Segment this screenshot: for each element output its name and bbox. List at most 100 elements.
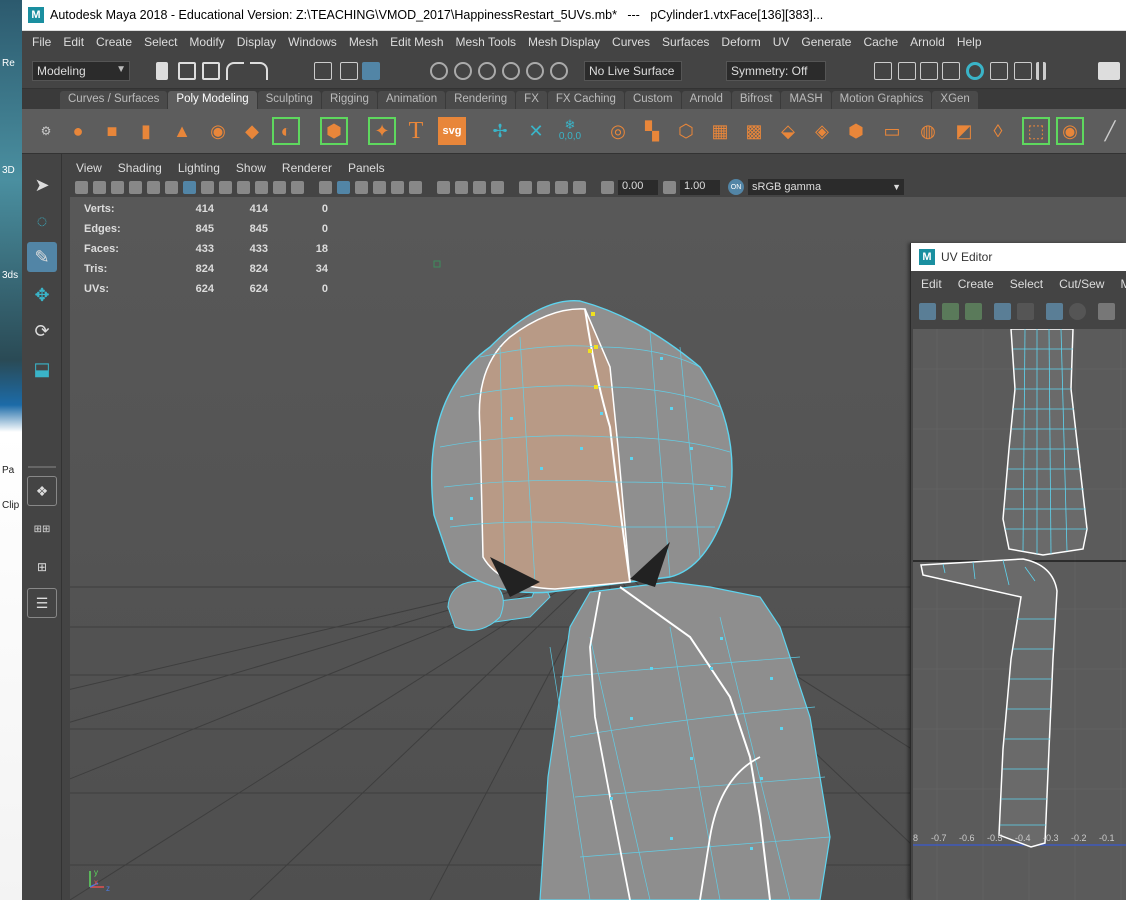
ipr-render-icon[interactable] [920, 62, 938, 80]
uv-distortion-icon[interactable] [965, 302, 982, 320]
tab-rigging[interactable]: Rigging [321, 91, 377, 109]
menu-select[interactable]: Select [140, 35, 185, 49]
desktop-label[interactable]: 3D [2, 165, 15, 176]
uv-texture-borders-icon[interactable] [1017, 302, 1034, 320]
menu-windows[interactable]: Windows [284, 35, 345, 49]
select-object-icon[interactable] [340, 62, 358, 80]
type-tool-icon[interactable]: T [402, 117, 430, 145]
tab-fx-caching[interactable]: FX Caching [547, 91, 624, 109]
select-tool-icon[interactable]: ➤ [27, 170, 57, 200]
panel-menu-show[interactable]: Show [236, 161, 266, 175]
menu-surfaces[interactable]: Surfaces [658, 35, 717, 49]
render-view-icon[interactable] [874, 62, 892, 80]
undo-icon[interactable] [226, 62, 244, 80]
uv-menu-modify[interactable]: Mo [1120, 277, 1126, 291]
desktop-label[interactable]: Re [2, 58, 15, 69]
reduce-icon[interactable]: ▦ [706, 117, 734, 145]
camera-icon[interactable] [75, 180, 88, 194]
connect-icon[interactable]: ◊ [984, 117, 1012, 145]
paint-select-tool-icon[interactable]: ✎ [27, 242, 57, 272]
poly-plane-icon[interactable]: ◆ [238, 117, 266, 145]
menu-create[interactable]: Create [92, 35, 140, 49]
menu-deform[interactable]: Deform [717, 35, 768, 49]
redo-icon[interactable] [250, 62, 268, 80]
uv-editor-shelf-icon[interactable]: ◉ [1056, 117, 1084, 145]
wireframe-icon[interactable] [319, 180, 332, 194]
select-component-icon[interactable] [362, 62, 380, 80]
tab-fx[interactable]: FX [516, 91, 547, 109]
snap-projected-icon[interactable] [550, 62, 568, 80]
poly-cube-icon[interactable]: ■ [98, 117, 126, 145]
menu-generate[interactable]: Generate [797, 35, 859, 49]
arnold-render-icon[interactable] [990, 62, 1008, 80]
menu-file[interactable]: File [28, 35, 59, 49]
tab-xgen[interactable]: XGen [932, 91, 978, 109]
menu-help[interactable]: Help [953, 35, 990, 49]
colorspace-dropdown[interactable]: sRGB gamma ▼ [748, 179, 904, 195]
render-current-icon[interactable] [898, 62, 916, 80]
camera-attributes-icon[interactable] [93, 180, 106, 194]
scale-tool-icon[interactable]: ⬓ [27, 354, 57, 384]
menu-mesh-display[interactable]: Mesh Display [524, 35, 608, 49]
film-gate-icon[interactable] [201, 180, 214, 194]
desktop-label[interactable]: Clip [2, 500, 19, 511]
menu-cache[interactable]: Cache [859, 35, 906, 49]
menu-arnold[interactable]: Arnold [906, 35, 953, 49]
single-perspective-layout-icon[interactable]: ❖ [27, 476, 57, 506]
use-all-lights-icon[interactable] [391, 180, 404, 194]
pause-icon[interactable] [1036, 62, 1046, 80]
outliner-layout-icon[interactable]: ☰ [27, 588, 57, 618]
hypershade-icon[interactable] [966, 62, 984, 80]
svg-tool-icon[interactable]: svg [438, 117, 466, 145]
insert-edge-loop-icon[interactable]: ▭ [878, 117, 906, 145]
panel-menu-renderer[interactable]: Renderer [282, 161, 332, 175]
image-plane-icon[interactable] [129, 180, 142, 194]
menu-edit-mesh[interactable]: Edit Mesh [386, 35, 451, 49]
uv-menu-cut-sew[interactable]: Cut/Sew [1059, 277, 1104, 291]
poly-sphere-icon[interactable]: ● [64, 117, 92, 145]
render-sequence-icon[interactable] [1014, 62, 1032, 80]
tab-curves-surfaces[interactable]: Curves / Surfaces [60, 91, 168, 109]
multi-cut-icon[interactable]: ◍ [914, 117, 942, 145]
reset-origin-icon[interactable]: ❄ 0,0,0 [556, 117, 584, 145]
uv-editor-titlebar[interactable]: M UV Editor [911, 243, 1126, 271]
tab-animation[interactable]: Animation [377, 91, 446, 109]
multisample-aa-icon[interactable] [473, 180, 486, 194]
menu-mesh-tools[interactable]: Mesh Tools [452, 35, 524, 49]
uv-menu-select[interactable]: Select [1010, 277, 1043, 291]
uv-editor-window[interactable]: M UV Editor Edit Create Select Cut/Sew M… [910, 243, 1126, 900]
separate-icon[interactable]: ▚ [638, 117, 666, 145]
quad-draw-icon[interactable]: ⬚ [1022, 117, 1050, 145]
snap-surface-icon[interactable] [526, 62, 544, 80]
menu-mesh[interactable]: Mesh [345, 35, 386, 49]
user-icon[interactable] [1098, 62, 1120, 80]
xray-joints-icon[interactable] [555, 180, 568, 194]
symmetry-dropdown[interactable]: Symmetry: Off [726, 61, 826, 81]
uv-shell-select-icon[interactable] [919, 302, 936, 320]
center-pivot-icon[interactable]: ✢ [486, 117, 514, 145]
menu-curves[interactable]: Curves [608, 35, 658, 49]
motion-blur-icon[interactable] [455, 180, 468, 194]
bevel-icon[interactable]: ⬢ [842, 117, 870, 145]
uv-shaded-icon[interactable] [942, 302, 959, 320]
target-weld-icon[interactable]: ◩ [950, 117, 978, 145]
live-surface-field[interactable]: No Live Surface [584, 61, 682, 81]
lasso-tool-icon[interactable]: ◌ [27, 206, 57, 236]
window-titlebar[interactable]: M Autodesk Maya 2018 - Educational Versi… [22, 0, 1126, 31]
desktop-label[interactable]: Pa [2, 465, 14, 476]
safe-action-icon[interactable] [273, 180, 286, 194]
textured-icon[interactable] [373, 180, 386, 194]
panel-menu-view[interactable]: View [76, 161, 102, 175]
combine-icon[interactable]: ◎ [604, 117, 632, 145]
grease-pencil-icon[interactable] [165, 180, 178, 194]
panel-menu-lighting[interactable]: Lighting [178, 161, 220, 175]
uv-grid-icon[interactable] [994, 302, 1011, 320]
color-management-toggle[interactable]: ON [728, 179, 744, 195]
uv-checker-icon[interactable] [1046, 302, 1063, 320]
four-view-layout-icon[interactable]: ⊞⊞ [27, 514, 57, 544]
tab-rendering[interactable]: Rendering [446, 91, 516, 109]
grid-icon[interactable] [183, 180, 196, 194]
menu-modify[interactable]: Modify [185, 35, 232, 49]
xray-icon[interactable] [537, 180, 550, 194]
menu-display[interactable]: Display [233, 35, 284, 49]
